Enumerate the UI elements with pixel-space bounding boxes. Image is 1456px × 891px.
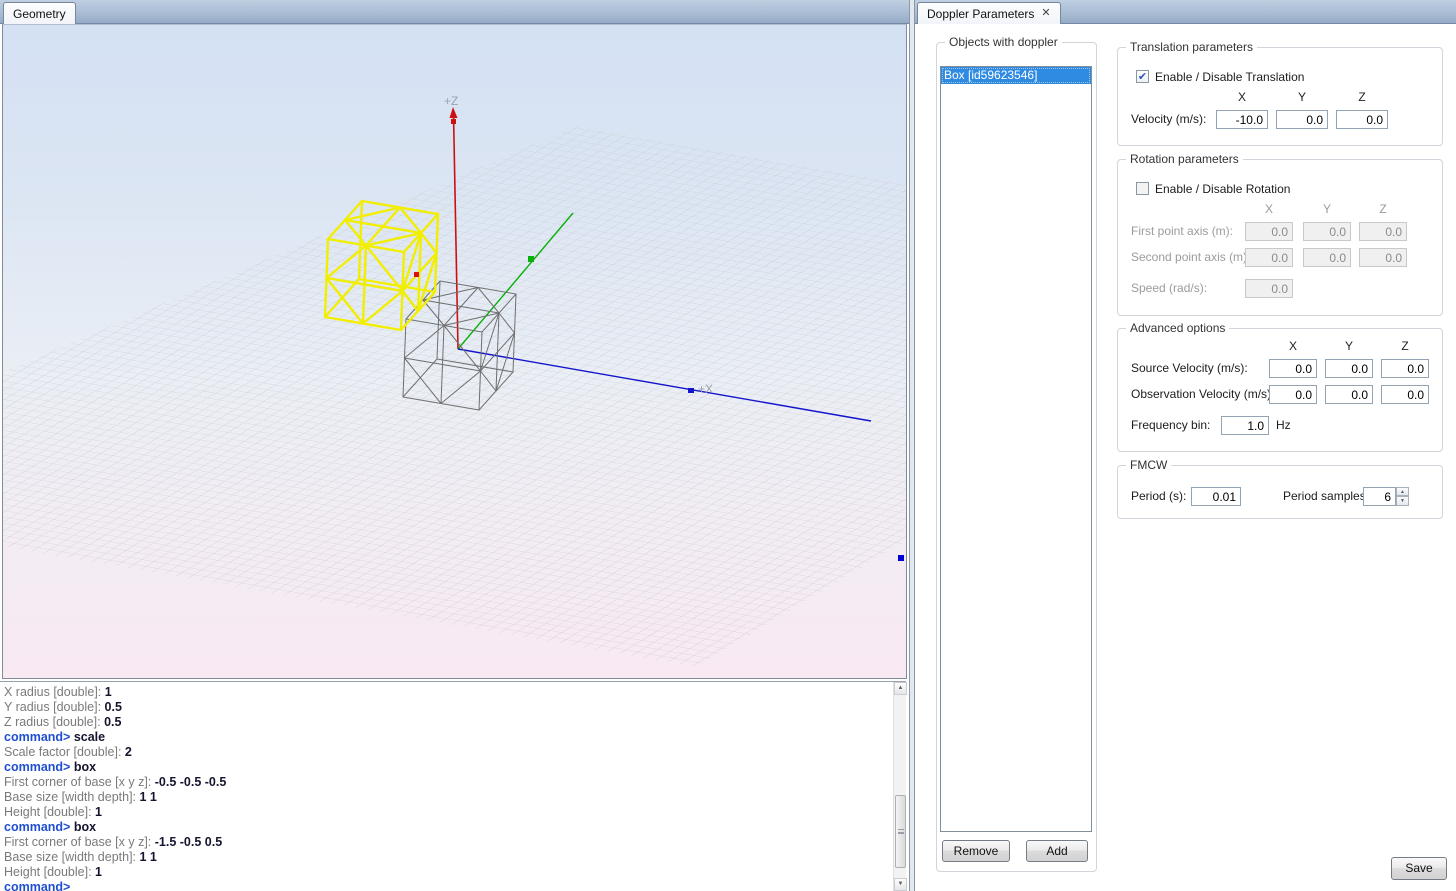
speed-input[interactable]: [1245, 279, 1293, 298]
translation-group: Translation parameters ✔ Enable / Disabl…: [1117, 47, 1443, 146]
spin-down-icon[interactable]: ▼: [1396, 496, 1409, 506]
observation-velocity-z-input[interactable]: [1381, 385, 1429, 404]
velocity-x-input[interactable]: [1216, 110, 1268, 129]
frequency-unit-label: Hz: [1276, 416, 1291, 435]
col-y: Y: [1276, 90, 1328, 104]
col-y: Y: [1325, 339, 1373, 353]
console-line: command> box: [4, 820, 898, 835]
second-point-y-input[interactable]: [1303, 248, 1351, 267]
tab-geometry-label: Geometry: [13, 7, 66, 21]
speed-label: Speed (rad/s):: [1131, 279, 1207, 298]
col-z: Z: [1336, 90, 1388, 104]
application-window: Geometry: [0, 0, 1456, 891]
col-x: X: [1245, 202, 1293, 216]
col-z: Z: [1381, 339, 1429, 353]
velocity-label: Velocity (m/s):: [1131, 110, 1206, 129]
frequency-bin-input[interactable]: [1221, 416, 1269, 435]
console-line: command>: [4, 880, 898, 891]
frequency-bin-label: Frequency bin:: [1131, 416, 1210, 435]
second-point-x-input[interactable]: [1245, 248, 1293, 267]
console-line: First corner of base [x y z]: -0.5 -0.5 …: [4, 775, 898, 790]
console-line: Y radius [double]: 0.5: [4, 700, 898, 715]
source-velocity-x-input[interactable]: [1269, 359, 1317, 378]
console-line: Height [double]: 1: [4, 805, 898, 820]
fmcw-group: FMCW Period (s): Period samples: ▲ ▼: [1117, 465, 1443, 519]
velocity-z-input[interactable]: [1336, 110, 1388, 129]
rotation-group: Rotation parameters Enable / Disable Rot…: [1117, 159, 1443, 316]
scroll-down-icon[interactable]: ▼: [894, 878, 907, 891]
console-line: First corner of base [x y z]: -1.5 -0.5 …: [4, 835, 898, 850]
advanced-group: Advanced options X Y Z Source Velocity (…: [1117, 328, 1443, 452]
fmcw-group-title: FMCW: [1126, 458, 1171, 472]
tab-doppler-label: Doppler Parameters: [927, 7, 1034, 21]
col-x: X: [1216, 90, 1268, 104]
period-samples-label: Period samples:: [1283, 487, 1369, 506]
rotation-checkbox[interactable]: [1136, 182, 1149, 195]
source-velocity-z-input[interactable]: [1381, 359, 1429, 378]
add-button[interactable]: Add: [1026, 840, 1088, 862]
period-input[interactable]: [1191, 487, 1241, 506]
console-line: Base size [width depth]: 1 1: [4, 850, 898, 865]
objects-listbox[interactable]: Box [id59623546]: [940, 66, 1092, 832]
second-point-label: Second point axis (m):: [1131, 248, 1250, 267]
doppler-pane: Doppler Parameters ✕ Objects with dopple…: [915, 0, 1456, 891]
first-point-z-input[interactable]: [1359, 222, 1407, 241]
red-point-marker: [414, 272, 419, 277]
period-samples-input[interactable]: [1363, 487, 1396, 506]
observation-velocity-x-input[interactable]: [1269, 385, 1317, 404]
y-axis-arrow: [528, 256, 534, 262]
translation-group-title: Translation parameters: [1126, 40, 1257, 54]
first-point-label: First point axis (m):: [1131, 222, 1233, 241]
observation-velocity-y-input[interactable]: [1325, 385, 1373, 404]
remove-button[interactable]: Remove: [942, 840, 1010, 862]
period-samples-spinner: ▲ ▼: [1363, 487, 1409, 506]
translation-checkbox-label: Enable / Disable Translation: [1155, 70, 1304, 84]
save-button[interactable]: Save: [1391, 857, 1447, 880]
col-z: Z: [1359, 202, 1407, 216]
console-line: X radius [double]: 1: [4, 685, 898, 700]
tab-geometry[interactable]: Geometry: [3, 2, 76, 24]
spin-up-icon[interactable]: ▲: [1396, 487, 1409, 496]
source-velocity-label: Source Velocity (m/s):: [1131, 359, 1248, 378]
rotation-group-title: Rotation parameters: [1126, 152, 1243, 166]
col-y: Y: [1303, 202, 1351, 216]
x-axis-arrow: [688, 388, 694, 393]
blue-point-marker: [898, 555, 904, 561]
period-label: Period (s):: [1131, 487, 1186, 506]
scrollbar-grip: [898, 829, 904, 834]
second-point-z-input[interactable]: [1359, 248, 1407, 267]
tab-doppler-parameters[interactable]: Doppler Parameters ✕: [917, 2, 1061, 24]
x-axis-label: +X: [698, 382, 713, 396]
console-line: command> box: [4, 760, 898, 775]
first-point-x-input[interactable]: [1245, 222, 1293, 241]
console-line: Scale factor [double]: 2: [4, 745, 898, 760]
console-line: Z radius [double]: 0.5: [4, 715, 898, 730]
translation-checkbox[interactable]: ✔: [1136, 70, 1149, 83]
z-axis-arrow: [450, 107, 458, 124]
viewport-canvas[interactable]: +Z +X: [3, 25, 907, 679]
z-axis-label: +Z: [444, 94, 458, 108]
velocity-y-input[interactable]: [1276, 110, 1328, 129]
viewport-3d[interactable]: +Z +X: [2, 24, 907, 679]
scrollbar-thumb[interactable]: [895, 795, 906, 868]
source-velocity-y-input[interactable]: [1325, 359, 1373, 378]
observation-velocity-label: Observation Velocity (m/s):: [1131, 385, 1274, 404]
advanced-group-title: Advanced options: [1126, 321, 1229, 335]
console-line: command> scale: [4, 730, 898, 745]
objects-group-title: Objects with doppler: [945, 35, 1062, 49]
scroll-up-icon[interactable]: ▲: [894, 682, 907, 695]
right-tabbar: Doppler Parameters ✕: [915, 0, 1456, 24]
objects-list-item[interactable]: Box [id59623546]: [941, 67, 1091, 84]
console-line: Height [double]: 1: [4, 865, 898, 880]
close-icon[interactable]: ✕: [1041, 8, 1050, 19]
console-scrollbar[interactable]: ▲ ▼: [893, 682, 906, 891]
col-x: X: [1269, 339, 1317, 353]
first-point-y-input[interactable]: [1303, 222, 1351, 241]
command-console[interactable]: X radius [double]: 1Y radius [double]: 0…: [0, 681, 906, 891]
left-tabbar: Geometry: [0, 0, 911, 24]
console-line: Base size [width depth]: 1 1: [4, 790, 898, 805]
rotation-checkbox-label: Enable / Disable Rotation: [1155, 182, 1290, 196]
